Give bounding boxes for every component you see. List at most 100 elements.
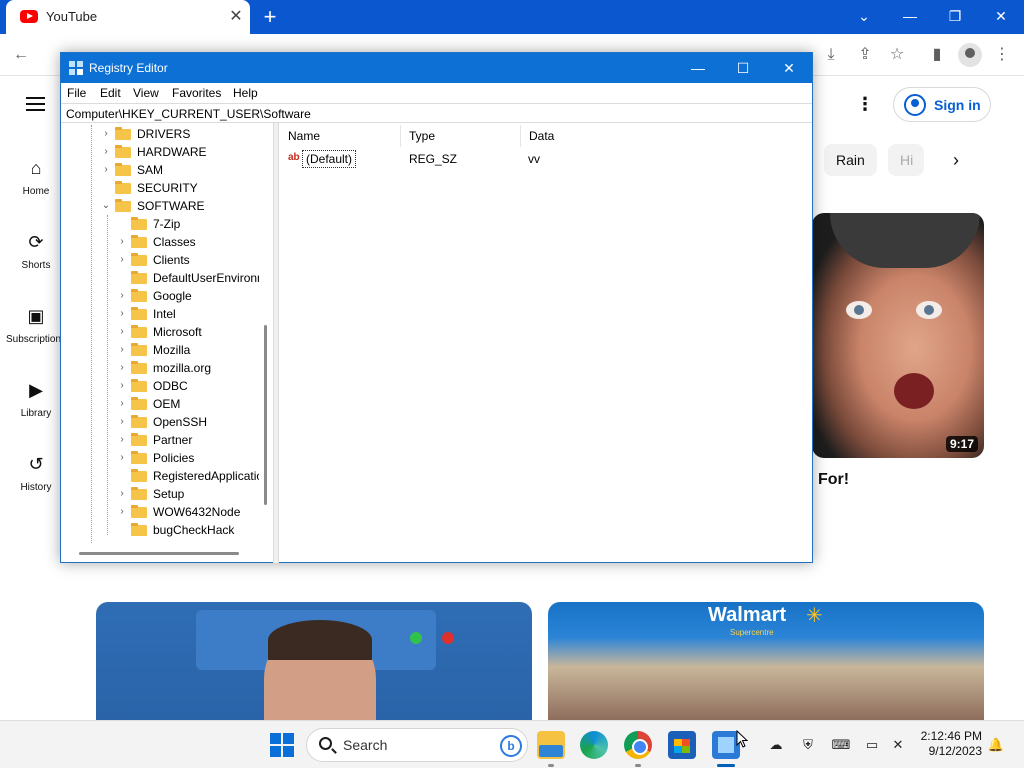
minimize-button[interactable]: — [896,4,924,28]
sign-in-button[interactable]: Sign in [893,87,991,122]
microsoft-store-icon[interactable] [668,731,696,759]
chip-next-topic[interactable]: Hi [888,144,924,176]
tree-expand-icon[interactable]: › [117,305,127,323]
new-tab-button[interactable]: + [258,5,282,29]
tree-expand-icon[interactable] [117,269,127,287]
restore-button[interactable]: ❐ [941,4,969,28]
windows-start-icon[interactable] [270,733,294,757]
tree-item[interactable]: RegisteredApplicatic [117,467,259,485]
tree-item[interactable]: › Mozilla [117,341,259,359]
profile-avatar-icon[interactable] [958,43,982,67]
hamburger-menu-icon[interactable] [26,97,46,111]
column-header-type[interactable]: Type [401,125,521,147]
video-title[interactable]: For! [818,471,849,489]
tree-expand-icon[interactable]: › [101,143,111,161]
column-header-data[interactable]: Data [521,125,810,147]
video-thumbnail[interactable]: 9:17 [812,213,984,458]
tree-expand-icon[interactable]: › [117,377,127,395]
tree-item[interactable]: › Partner [117,431,259,449]
tree-expand-icon[interactable] [101,179,111,197]
tree-item[interactable]: › HARDWARE [101,143,259,161]
tree-expand-icon[interactable]: › [117,323,127,341]
reg-close-button[interactable]: ✕ [766,53,812,83]
tree-item[interactable]: › Setup [117,485,259,503]
tree-expand-icon[interactable]: › [117,395,127,413]
reg-minimize-button[interactable]: — [675,53,721,83]
tab-search-icon[interactable]: ⌄ [850,4,878,28]
video-thumbnail[interactable]: Walmart ✳ Supercentre [548,602,984,720]
tree-item[interactable]: › Policies [117,449,259,467]
tree-expand-icon[interactable]: › [117,503,127,521]
tree-item[interactable]: › Microsoft [117,323,259,341]
tree-item[interactable]: › Classes [117,233,259,251]
network-icon[interactable]: ▭ [862,735,882,755]
close-window-button[interactable]: ✕ [987,4,1015,28]
install-app-icon[interactable]: ⤓ [820,44,842,66]
keyboard-icon[interactable]: ⌨ [831,735,851,755]
tree-item[interactable]: › SAM [101,161,259,179]
tree-item[interactable]: › Google [117,287,259,305]
tree-expand-icon[interactable]: › [117,431,127,449]
value-row[interactable]: ab (Default) REG_SZ vv [280,149,810,169]
chrome-menu-icon[interactable]: ⋮ [991,44,1013,66]
tree-expand-icon[interactable] [117,467,127,485]
tree-expand-icon[interactable]: › [117,413,127,431]
reg-address-bar[interactable]: Computer\HKEY_CURRENT_USER\Software [61,103,812,123]
reg-title-bar[interactable]: Registry Editor — ☐ ✕ [61,53,812,83]
tree-expand-icon[interactable]: › [101,125,111,143]
tree-expand-icon[interactable]: › [117,341,127,359]
pane-splitter[interactable] [273,123,279,563]
bing-icon[interactable]: b [500,735,522,757]
chevron-right-icon[interactable]: › [946,150,966,170]
column-header-name[interactable]: Name [280,125,401,147]
back-arrow-icon[interactable]: ← [10,44,32,66]
tree-item[interactable]: › OpenSSH [117,413,259,431]
tree-item[interactable]: DefaultUserEnvironn [117,269,259,287]
video-thumbnail[interactable] [96,602,532,720]
tree-item-software[interactable]: ⌄ SOFTWARE [101,197,259,215]
tree-item[interactable]: bugCheckHack [117,521,259,539]
tree-item[interactable]: › OEM [117,395,259,413]
tree-expand-icon[interactable]: › [117,485,127,503]
tree-expand-icon[interactable]: › [101,161,111,179]
tree-expand-icon[interactable] [117,215,127,233]
menu-file[interactable]: File [67,86,86,100]
side-panel-icon[interactable]: ▮ [926,44,948,66]
tree-expand-icon[interactable]: › [117,233,127,251]
volume-muted-icon[interactable]: ✕ [888,735,908,755]
notification-bell-icon[interactable]: 🔔 [986,735,1006,755]
onedrive-icon[interactable]: ☁ [766,735,786,755]
chrome-browser-icon[interactable] [624,731,652,759]
tree-expand-icon[interactable]: › [117,449,127,467]
menu-favorites[interactable]: Favorites [172,86,221,100]
taskbar-clock[interactable]: 2:12:46 PM 9/12/2023 [918,729,982,759]
tree-item[interactable]: SECURITY [101,179,259,197]
tree-expand-icon[interactable]: › [117,287,127,305]
file-explorer-icon[interactable] [537,731,565,759]
chip-rain[interactable]: Rain [824,144,877,176]
tab-close-icon[interactable]: ✕ [226,7,246,27]
tree-item[interactable]: › WOW6432Node [117,503,259,521]
tree-horizontal-scrollbar[interactable] [79,552,239,555]
menu-view[interactable]: View [133,86,159,100]
tree-item[interactable]: › Clients [117,251,259,269]
reg-maximize-button[interactable]: ☐ [720,53,766,83]
security-shield-icon[interactable]: ⛨ [798,735,818,755]
tree-vertical-scrollbar[interactable] [262,125,270,543]
tree-expand-icon[interactable]: › [117,251,127,269]
tree-expand-icon[interactable]: › [117,359,127,377]
more-options-icon[interactable]: ⋮ [855,92,875,116]
tree-item[interactable]: › DRIVERS [101,125,259,143]
edge-browser-icon[interactable] [580,731,608,759]
taskbar-search-box[interactable]: Search b [306,728,528,762]
menu-help[interactable]: Help [233,86,258,100]
bookmark-star-icon[interactable]: ☆ [886,44,908,66]
menu-edit[interactable]: Edit [100,86,121,100]
tree-item[interactable]: › mozilla.org [117,359,259,377]
tab-youtube[interactable]: YouTube ✕ [6,0,250,34]
tree-collapse-icon[interactable]: ⌄ [101,197,111,215]
tree-item[interactable]: › ODBC [117,377,259,395]
tree-item[interactable]: › Intel [117,305,259,323]
tree-item[interactable]: 7-Zip [117,215,259,233]
tree-expand-icon[interactable] [117,521,127,539]
